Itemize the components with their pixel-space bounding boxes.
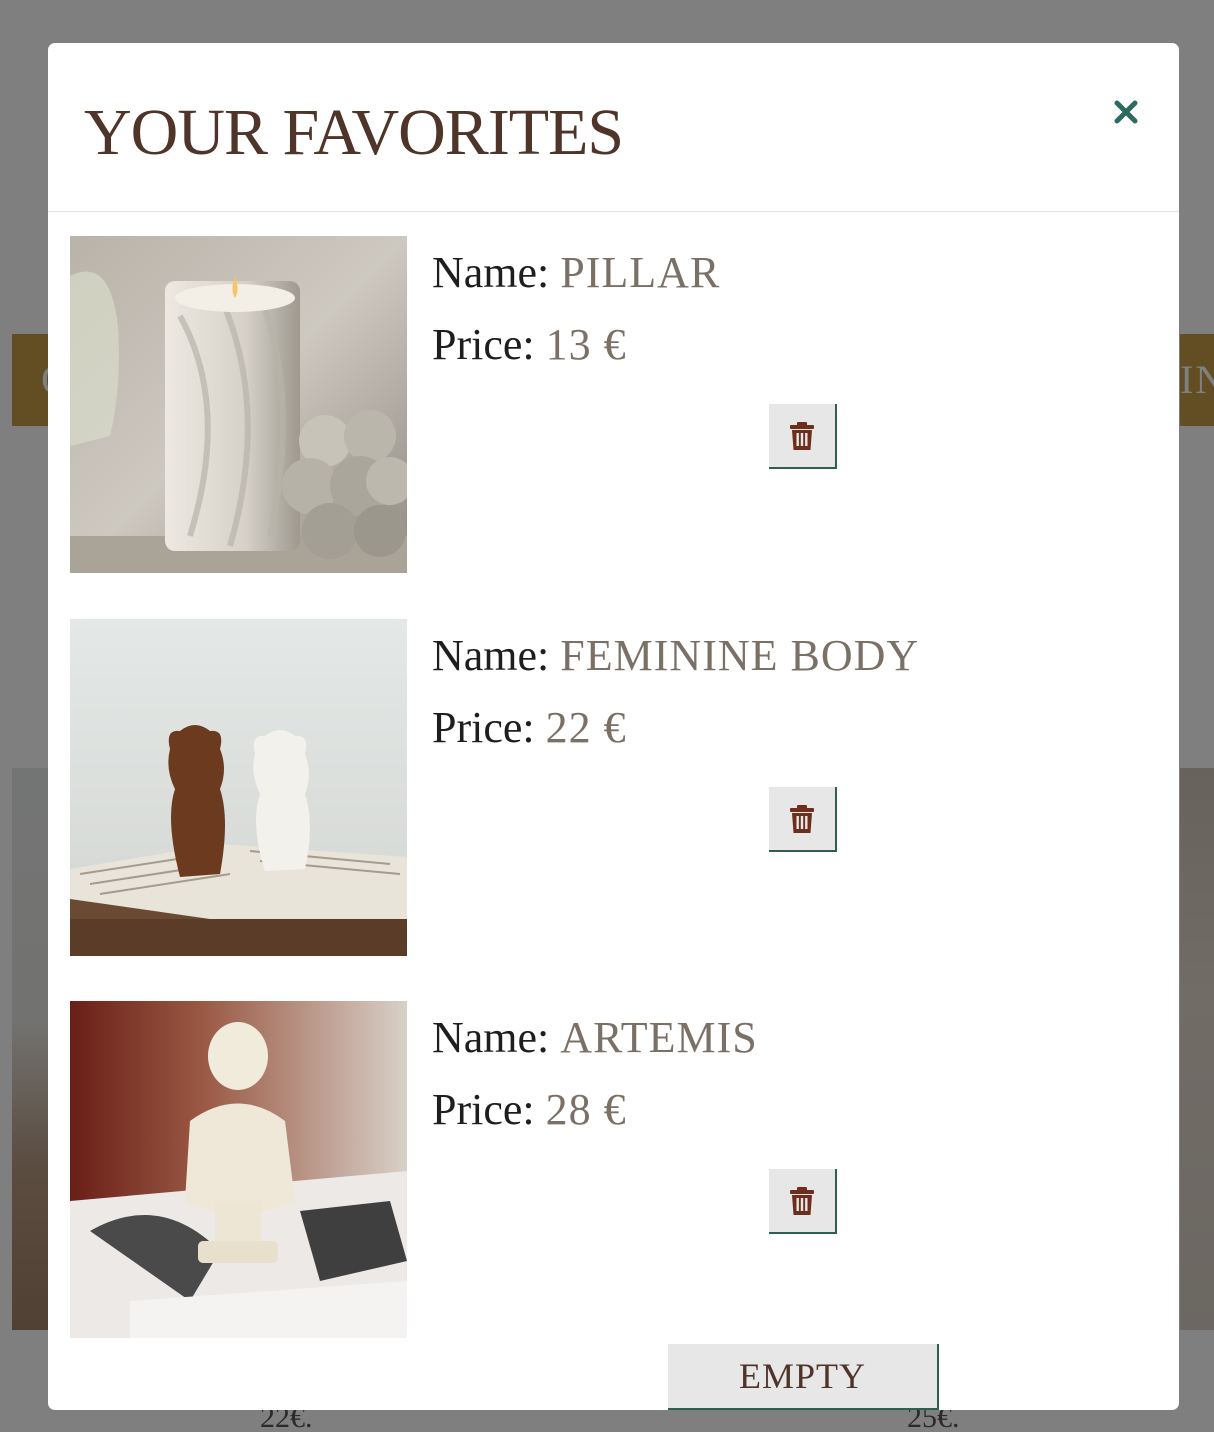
- price-label: Price:: [432, 1085, 535, 1134]
- product-price-line: Price: 28 €: [432, 1085, 627, 1135]
- product-price: 28 €: [545, 1085, 627, 1134]
- product-price-line: Price: 13 €: [432, 320, 627, 370]
- trash-icon: [790, 804, 814, 833]
- empty-favorites-button[interactable]: EMPTY: [668, 1344, 939, 1410]
- modal-title: YOUR FAVORITES: [84, 96, 624, 169]
- favorite-item: Name: FEMININE BODY Price: 22 €: [70, 619, 1160, 957]
- name-label: Name:: [432, 1013, 550, 1062]
- price-label: Price:: [432, 703, 535, 752]
- favorites-modal: YOUR FAVORITES Name: PILLAR Price: 13 € …: [48, 43, 1179, 1410]
- trash-icon: [790, 1186, 814, 1215]
- product-image-feminine-body: [70, 619, 407, 956]
- product-name: FEMININE BODY: [560, 631, 920, 680]
- product-image-artemis: [70, 1001, 407, 1338]
- price-label: Price:: [432, 320, 535, 369]
- page: O IN 22€. 25€. YOUR FAVORITES: [0, 0, 1214, 1432]
- product-price: 13 €: [545, 320, 627, 369]
- trash-icon: [790, 421, 814, 450]
- modal-header: YOUR FAVORITES: [48, 43, 1179, 212]
- product-price-line: Price: 22 €: [432, 703, 627, 753]
- close-icon: [1114, 100, 1138, 124]
- remove-favorite-button[interactable]: [769, 1169, 837, 1234]
- favorite-item: Name: PILLAR Price: 13 €: [70, 236, 1160, 574]
- remove-favorite-button[interactable]: [769, 787, 837, 852]
- product-name: PILLAR: [560, 248, 721, 297]
- product-price: 22 €: [545, 703, 627, 752]
- favorite-item: Name: ARTEMIS Price: 28 €: [70, 1001, 1160, 1339]
- product-image-pillar: [70, 236, 407, 573]
- remove-favorite-button[interactable]: [769, 404, 837, 469]
- product-name-line: Name: FEMININE BODY: [432, 631, 919, 681]
- name-label: Name:: [432, 248, 550, 297]
- close-button[interactable]: [1103, 89, 1149, 135]
- product-name-line: Name: ARTEMIS: [432, 1013, 758, 1063]
- product-name-line: Name: PILLAR: [432, 248, 720, 298]
- product-name: ARTEMIS: [560, 1013, 758, 1062]
- name-label: Name:: [432, 631, 550, 680]
